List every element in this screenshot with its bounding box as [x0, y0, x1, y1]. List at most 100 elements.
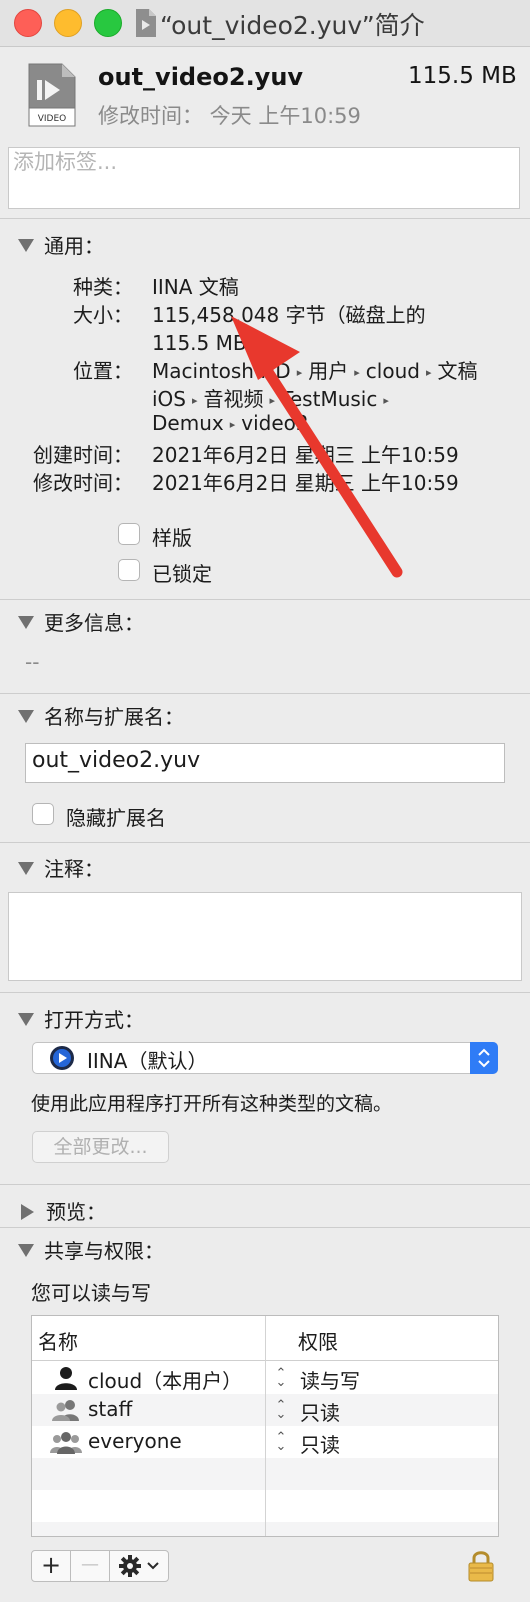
general-disclosure[interactable]: 通用： [18, 230, 104, 259]
disclosure-closed-icon[interactable] [21, 1203, 34, 1220]
path-line2: iOS ▸ 音视频 ▸ TestMusic ▸ [152, 383, 395, 412]
name-input[interactable] [26, 744, 502, 773]
path-item: Macintosh HD [152, 359, 291, 383]
path-separator-icon: ▸ [425, 366, 432, 379]
created-label: 创建时间： [33, 443, 133, 467]
preview-disclosure[interactable]: 预览： [18, 1196, 106, 1225]
privilege-stepper-icon[interactable]: ⌃ ⌄ [273, 1367, 289, 1389]
row-name: cloud（本用户） [88, 1369, 243, 1393]
where-label: 位置： [73, 359, 133, 383]
path-item: Demux [152, 411, 224, 435]
path-item: iOS [152, 387, 186, 411]
privilege-stepper-icon[interactable]: ⌃ ⌄ [273, 1399, 289, 1421]
name-field[interactable] [25, 743, 505, 783]
close-button[interactable] [14, 9, 42, 37]
row-privilege[interactable]: 读与写 [300, 1365, 360, 1394]
stationery-checkbox[interactable] [118, 523, 140, 545]
add-user-button[interactable]: + [31, 1550, 71, 1582]
path-item: cloud [365, 359, 420, 383]
group-icon [52, 1400, 79, 1421]
popup-arrows-icon[interactable] [470, 1042, 498, 1074]
tags-field[interactable] [8, 147, 520, 209]
column-separator [265, 1316, 266, 1536]
sharing-disclosure[interactable]: 共享与权限： [18, 1235, 164, 1264]
size-label: 大小： [73, 303, 133, 327]
section-heading-more-info: 更多信息： [44, 611, 144, 635]
disclosure-open-icon[interactable] [18, 1244, 34, 1257]
title-bar: “out_video2.yuv”简介 [0, 0, 530, 47]
disclosure-open-icon[interactable] [18, 616, 34, 629]
zoom-button[interactable] [94, 9, 122, 37]
divider [0, 1227, 530, 1228]
window-title: “out_video2.yuv”简介 [160, 11, 425, 40]
disclosure-open-icon[interactable] [18, 1013, 34, 1026]
action-menu-button[interactable] [109, 1550, 169, 1582]
section-heading-general: 通用： [44, 234, 104, 258]
file-name: out_video2.yuv [98, 63, 304, 91]
lock-icon[interactable] [466, 1547, 496, 1583]
locked-checkbox[interactable] [118, 559, 140, 581]
permissions-table[interactable]: 名称 权限 cloud（本用户） ⌃ ⌄ 读与写 staff ⌃ ⌄ 只读 ever… [31, 1315, 499, 1537]
file-size: 115.5 MB [408, 63, 517, 89]
section-heading-comments: 注释： [44, 857, 104, 881]
name-ext-disclosure[interactable]: 名称与扩展名： [18, 701, 184, 730]
path-item: 用户 [308, 359, 349, 383]
comments-disclosure[interactable]: 注释： [18, 853, 104, 882]
modified-label: 修改时间： [33, 471, 133, 495]
path-separator-icon: ▸ [229, 418, 236, 431]
more-info-value: -- [25, 650, 40, 674]
more-info-disclosure[interactable]: 更多信息： [18, 607, 144, 636]
kind-value: IINA 文稿 [152, 275, 239, 299]
path-item: video2 [241, 411, 309, 435]
disclosure-open-icon[interactable] [18, 862, 34, 875]
icon-caption: VIDEO [38, 114, 67, 124]
privilege-stepper-icon[interactable]: ⌃ ⌄ [273, 1431, 289, 1453]
user-icon [55, 1367, 77, 1390]
sharing-summary: 您可以读与写 [31, 1281, 151, 1305]
gear-icon [119, 1555, 159, 1577]
size-value-line1: 115,458,048 字节（磁盘上的 [152, 303, 426, 327]
divider [0, 1184, 530, 1185]
path-separator-icon: ▸ [269, 394, 276, 407]
section-heading-sharing: 共享与权限： [44, 1239, 164, 1263]
column-header-name[interactable]: 名称 [38, 1326, 78, 1355]
stationery-label: 样版 [152, 526, 192, 550]
section-heading-open-with: 打开方式： [44, 1008, 144, 1032]
everyone-icon [50, 1432, 82, 1454]
chevron-down-icon [147, 1562, 159, 1570]
change-all-button[interactable]: 全部更改... [32, 1131, 169, 1163]
disclosure-open-icon[interactable] [18, 239, 34, 252]
column-header-privilege[interactable]: 权限 [298, 1326, 338, 1355]
iina-app-icon [50, 1046, 74, 1070]
row-privilege[interactable]: 只读 [300, 1397, 340, 1426]
comments-textarea[interactable] [8, 892, 522, 981]
disclosure-open-icon[interactable] [18, 710, 34, 723]
section-heading-name-ext: 名称与扩展名： [44, 705, 184, 729]
row-name: staff [88, 1397, 133, 1421]
tags-input[interactable] [9, 148, 513, 174]
hide-extension-checkbox[interactable] [32, 803, 54, 825]
created-value: 2021年6月2日 星期三 上午10:59 [152, 443, 459, 467]
path-line1: Macintosh HD ▸ 用户 ▸ cloud ▸ 文稿 [152, 355, 477, 384]
size-value-line2: 115.5 MB） [152, 331, 267, 355]
document-proxy-icon[interactable] [134, 8, 158, 38]
path-separator-icon: ▸ [296, 366, 303, 379]
kind-label: 种类： [73, 275, 133, 299]
minimize-button[interactable] [54, 9, 82, 37]
path-separator-icon: ▸ [383, 394, 389, 407]
video-file-icon: VIDEO [28, 63, 76, 127]
open-with-app: IINA（默认） [87, 1049, 208, 1073]
modified-value: 2021年6月2日 星期三 上午10:59 [152, 471, 459, 495]
locked-label: 已锁定 [152, 562, 212, 586]
row-name: everyone [88, 1429, 182, 1453]
path-item: 文稿 [437, 359, 478, 383]
path-line3: Demux ▸ video2 [152, 411, 309, 435]
divider [0, 599, 530, 600]
section-heading-preview: 预览： [46, 1200, 106, 1224]
divider [0, 693, 530, 694]
remove-user-button[interactable]: — [70, 1550, 110, 1582]
open-with-disclosure[interactable]: 打开方式： [18, 1004, 144, 1033]
row-privilege[interactable]: 只读 [300, 1429, 340, 1458]
path-separator-icon: ▸ [354, 366, 360, 379]
open-with-popup[interactable]: IINA（默认） [32, 1042, 498, 1074]
